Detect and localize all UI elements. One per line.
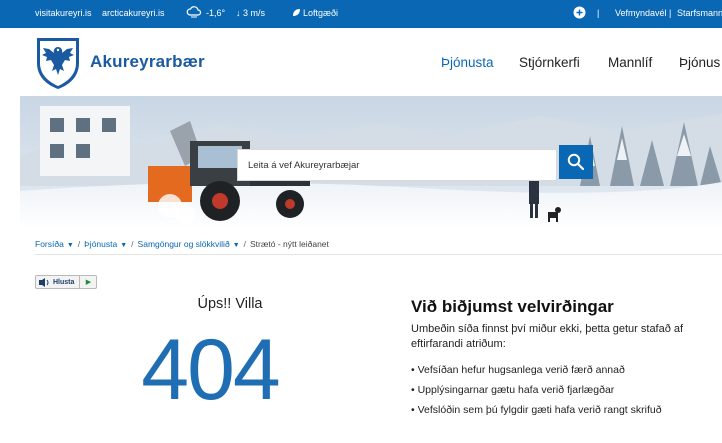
breadcrumb-services[interactable]: Þjónusta	[84, 239, 117, 249]
apology-text: Umbeðin síða finnst því miður ekki, þett…	[411, 323, 684, 350]
play-icon[interactable]: ▶	[80, 276, 96, 288]
staff-web-link[interactable]: Starfsmannavef	[677, 8, 722, 18]
separator: |	[669, 8, 672, 18]
arcticakureyri-link[interactable]: arcticakureyri.is	[102, 8, 165, 18]
error-title: Úps!! Villa	[197, 296, 263, 312]
breadcrumb-current: Strætó - nýtt leiðanet	[250, 239, 329, 249]
breadcrumb-separator: /	[77, 239, 81, 249]
reason-list: • Vefsíðan hefur hugsanlega verið færð a…	[411, 363, 662, 423]
list-item: • Vefslóðin sem þú fylgdir gæti hafa ver…	[411, 404, 662, 416]
utility-bar: visitakureyri.is arcticakureyri.is -1,6°…	[0, 0, 722, 28]
error-code: 404	[141, 322, 281, 418]
speaker-icon	[39, 277, 49, 287]
breadcrumb-separator: /	[131, 239, 134, 249]
wind-speed: ↓ 3 m/s	[236, 8, 266, 18]
cloud-icon	[186, 5, 202, 21]
nav-services-2[interactable]: Þjónus	[679, 55, 720, 70]
list-item: • Vefsíðan hefur hugsanlega verið færð a…	[411, 364, 625, 376]
search-icon	[567, 153, 585, 171]
plus-circle-icon[interactable]	[573, 6, 586, 21]
temperature: -1,6°	[206, 8, 226, 18]
search-button[interactable]	[559, 145, 593, 179]
breadcrumb-transport[interactable]: Samgöngur og slökkvilið	[138, 239, 230, 249]
webcam-link[interactable]: Vefmyndavél	[615, 8, 667, 18]
apology-heading: Við biðjumst velvirðingar	[411, 297, 614, 316]
breadcrumb: Forsíða ▼ / Þjónusta ▼ / Samgöngur og slökkvil…	[35, 239, 329, 249]
visitakureyri-link[interactable]: visitakureyri.is	[35, 8, 92, 18]
hero-banner	[20, 96, 722, 230]
nav-administration[interactable]: Stjórnkerfi	[519, 55, 580, 70]
air-quality-link[interactable]: Loftgæði	[303, 8, 338, 18]
akureyri-logo[interactable]	[34, 35, 82, 91]
chevron-down-icon[interactable]: ▼	[233, 242, 240, 249]
nav-services[interactable]: Þjónusta	[441, 55, 494, 70]
nav-community[interactable]: Mannlíf	[608, 55, 652, 70]
listen-widget[interactable]: Hlusta ▶	[35, 275, 98, 289]
search-input[interactable]	[238, 150, 556, 180]
listen-button[interactable]: Hlusta	[36, 276, 81, 288]
list-item: • Upplýsingarnar gætu hafa verið fjarlæg…	[411, 384, 615, 396]
divider	[35, 254, 722, 255]
search-box	[237, 149, 557, 181]
breadcrumb-home[interactable]: Forsíða	[35, 239, 64, 249]
leaf-icon	[292, 8, 301, 19]
chevron-down-icon[interactable]: ▼	[120, 242, 127, 249]
separator: |	[597, 8, 600, 18]
listen-label: Hlusta	[53, 278, 75, 286]
chevron-down-icon[interactable]: ▼	[67, 242, 74, 249]
site-header: Akureyrarbær Þjónusta Stjórnkerfi Mannlí…	[0, 28, 722, 96]
breadcrumb-separator: /	[243, 239, 246, 249]
site-brand[interactable]: Akureyrarbær	[90, 52, 205, 72]
